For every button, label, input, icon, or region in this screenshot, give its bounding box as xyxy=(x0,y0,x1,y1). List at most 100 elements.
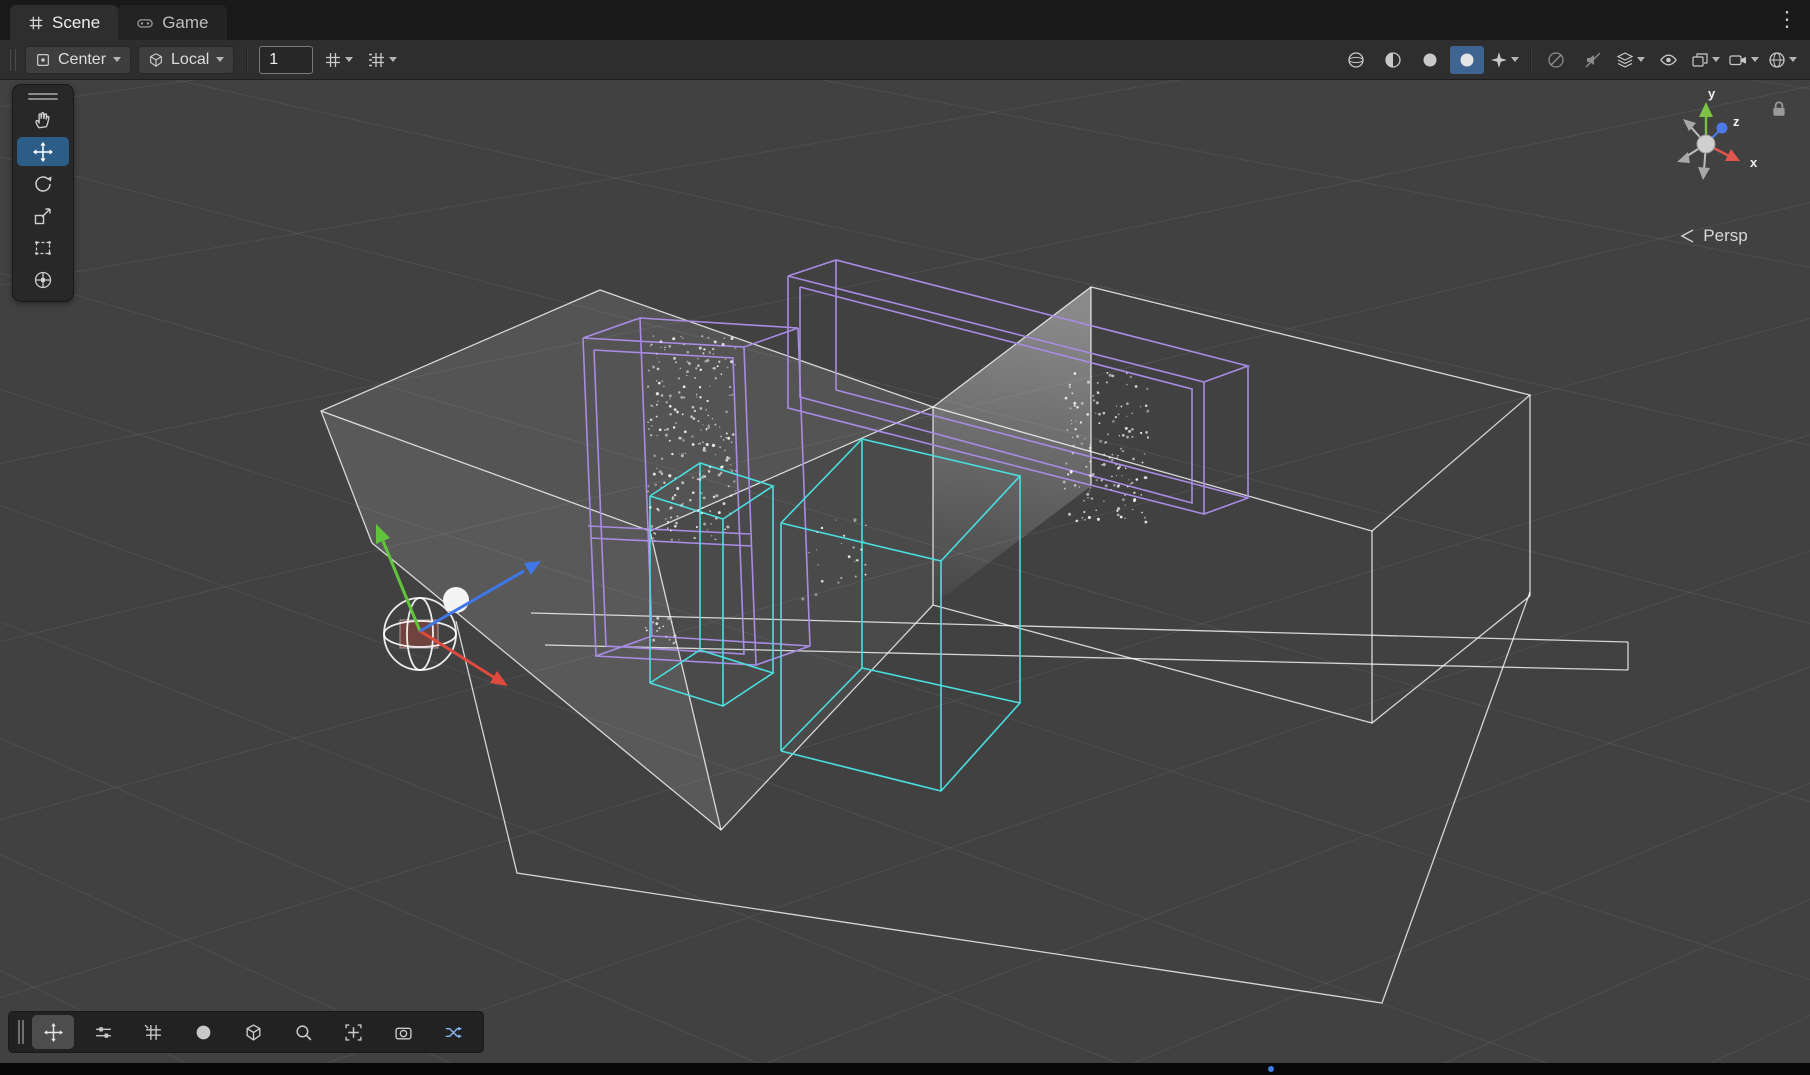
move-overlay-icon xyxy=(44,1023,63,1042)
overlay-toolbar xyxy=(8,1011,484,1053)
camera-icon xyxy=(1729,51,1748,69)
axis-overlay-icon xyxy=(94,1023,113,1042)
gamepad-icon xyxy=(136,15,154,31)
scene-viewport[interactable]: y z x Persp xyxy=(0,80,1810,1063)
toolbar-separator xyxy=(1530,48,1531,72)
toolbar-grip[interactable] xyxy=(10,49,16,71)
scene-toolbar: Center Local xyxy=(0,40,1810,80)
projection-toggle[interactable]: Persp xyxy=(1634,226,1794,246)
toggle-lit-sphere[interactable] xyxy=(1450,46,1484,74)
chevron-down-icon xyxy=(389,57,397,62)
hand-icon xyxy=(33,110,53,130)
axis-gizmo-graphic[interactable]: y z x xyxy=(1634,86,1784,206)
wireframe-box-right[interactable] xyxy=(933,287,1530,723)
cube-overlay-button[interactable] xyxy=(232,1015,274,1049)
rect-tool-icon xyxy=(33,238,53,258)
tab-scene[interactable]: Scene xyxy=(10,5,118,40)
lit-sphere-icon xyxy=(1458,51,1476,69)
handle-orientation-dropdown[interactable]: Local xyxy=(138,46,234,74)
world-globe-icon xyxy=(1768,51,1786,69)
camera-overlay-button[interactable] xyxy=(382,1015,424,1049)
scene-visibility-button[interactable] xyxy=(1651,46,1685,74)
scene-fx-muted-icon xyxy=(1584,51,1602,69)
overlay-stack-dropdown[interactable] xyxy=(1688,46,1723,74)
status-bar xyxy=(0,1063,1810,1075)
search-overlay-button[interactable] xyxy=(282,1015,324,1049)
local-cube-icon xyxy=(148,52,164,68)
grid-axis-button[interactable] xyxy=(320,46,357,74)
chevron-down-icon xyxy=(1511,57,1519,62)
chevron-down-icon xyxy=(345,57,353,62)
overlay-toolbar-handle[interactable] xyxy=(18,1020,24,1044)
view-hand-tool[interactable] xyxy=(17,105,69,134)
grid-snap-increment-icon xyxy=(368,51,386,69)
grid-snap-button[interactable] xyxy=(364,46,401,74)
kebab-menu-icon[interactable]: ⋮ xyxy=(1776,6,1798,34)
lock-icon[interactable] xyxy=(1770,100,1788,118)
layers-dropdown[interactable] xyxy=(1613,46,1648,74)
axis-label-y: y xyxy=(1708,86,1716,101)
rotate-icon xyxy=(33,174,53,194)
sphere-overlay-button[interactable] xyxy=(182,1015,224,1049)
toggle-scene-audio[interactable] xyxy=(1539,46,1573,74)
grid-overlay-icon xyxy=(144,1023,163,1042)
tab-game-label: Game xyxy=(162,13,208,33)
shuffle-overlay-icon xyxy=(444,1023,463,1042)
toggle-wireframe-sphere[interactable] xyxy=(1376,46,1410,74)
transform-tool[interactable] xyxy=(17,265,69,294)
cube-overlay-icon xyxy=(244,1023,263,1042)
scale-icon xyxy=(33,206,53,226)
orientation-gizmo[interactable]: y z x Persp xyxy=(1634,86,1794,266)
camera-dropdown[interactable] xyxy=(1726,46,1762,74)
axis-label-x: x xyxy=(1750,155,1758,170)
grid-icon xyxy=(28,15,44,31)
shaded-wireframe-sphere-icon xyxy=(1384,51,1402,69)
pivot-center-icon xyxy=(35,52,51,68)
tab-game[interactable]: Game xyxy=(118,5,226,40)
chevron-down-icon xyxy=(216,57,224,62)
chevron-down-icon xyxy=(1637,57,1645,62)
move-overlay-button[interactable] xyxy=(32,1015,74,1049)
palette-drag-handle[interactable] xyxy=(28,90,58,102)
tab-bar: Scene Game ⋮ xyxy=(0,0,1810,40)
search-overlay-icon xyxy=(294,1023,313,1042)
shuffle-overlay-button[interactable] xyxy=(432,1015,474,1049)
rect-tool[interactable] xyxy=(17,233,69,262)
overlay-stack-icon xyxy=(1691,51,1709,69)
scene-visibility-eye-icon xyxy=(1659,51,1678,69)
projection-label: Persp xyxy=(1703,226,1747,246)
toggle-effects[interactable] xyxy=(1487,46,1522,74)
scene-view-toggles xyxy=(1339,46,1800,74)
chevron-down-icon xyxy=(1751,57,1759,62)
shaded-sphere-icon xyxy=(1347,51,1365,69)
tool-palette xyxy=(12,84,74,302)
scale-tool[interactable] xyxy=(17,201,69,230)
transform-icon xyxy=(33,270,53,290)
tab-scene-label: Scene xyxy=(52,13,100,33)
wireframe-box-left[interactable] xyxy=(321,290,933,830)
grid-overlay-button[interactable] xyxy=(132,1015,174,1049)
move-tool[interactable] xyxy=(17,137,69,166)
toggle-unlit-sphere[interactable] xyxy=(1413,46,1447,74)
center-overlay-icon xyxy=(344,1023,363,1042)
chevron-down-icon xyxy=(1712,57,1720,62)
perspective-icon xyxy=(1680,229,1696,243)
move-icon xyxy=(33,142,53,162)
axis-center-ball[interactable] xyxy=(1697,135,1715,153)
chevron-down-icon xyxy=(113,57,121,62)
toggle-shaded-sphere[interactable] xyxy=(1339,46,1373,74)
grid-axis-icon xyxy=(324,51,342,69)
rotate-tool[interactable] xyxy=(17,169,69,198)
scene-audio-muted-icon xyxy=(1547,51,1565,69)
pivot-mode-dropdown[interactable]: Center xyxy=(25,46,131,74)
handle-orientation-label: Local xyxy=(171,51,209,69)
chevron-down-icon xyxy=(1789,57,1797,62)
toolbar-separator xyxy=(246,48,247,72)
axis-overlay-button[interactable] xyxy=(82,1015,124,1049)
world-settings-dropdown[interactable] xyxy=(1765,46,1800,74)
toggle-scene-fx[interactable] xyxy=(1576,46,1610,74)
pivot-mode-label: Center xyxy=(58,51,106,69)
center-overlay-button[interactable] xyxy=(332,1015,374,1049)
unlit-sphere-icon xyxy=(1421,51,1439,69)
grid-size-input[interactable] xyxy=(259,46,313,74)
